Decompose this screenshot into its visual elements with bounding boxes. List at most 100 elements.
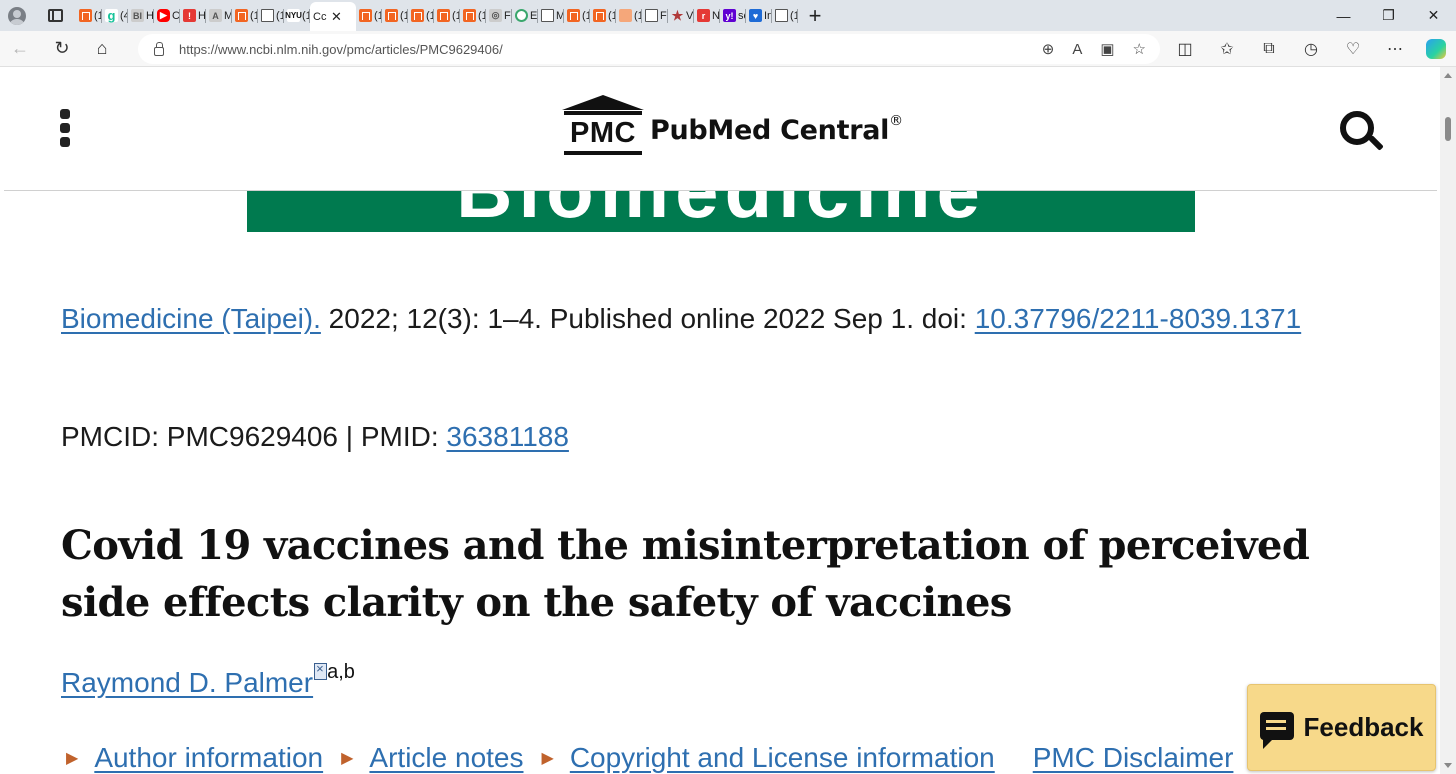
- more-options-icon[interactable]: ⋯: [1374, 31, 1416, 67]
- performance-icon[interactable]: ♡: [1332, 31, 1374, 67]
- tab-title: (4.: [120, 9, 128, 22]
- read-aloud-icon[interactable]: A: [1072, 41, 1082, 58]
- tab-title: Fa: [504, 9, 512, 22]
- triangle-right-icon: ▶: [341, 750, 354, 767]
- browser-tab[interactable]: ▶Ca: [154, 0, 180, 31]
- refresh-button[interactable]: ↻: [42, 31, 82, 67]
- browser-tab[interactable]: NYU(1(: [284, 0, 310, 31]
- browser-tab[interactable]: (1(: [590, 0, 616, 31]
- disclaimer-link[interactable]: PMC Disclaimer: [1033, 742, 1234, 774]
- browser-tab[interactable]: (1(: [408, 0, 434, 31]
- light-bookmark-icon: [619, 9, 632, 22]
- browser-tab[interactable]: (1(: [258, 0, 284, 31]
- page-scrollbar[interactable]: [1440, 67, 1456, 774]
- close-tab-icon[interactable]: ✕: [331, 9, 342, 25]
- grammarly-icon: g: [105, 8, 118, 23]
- banner-text: Biomedicine: [456, 187, 986, 232]
- page-content: Biomedicine PMC PubMed Central® Biomedic…: [0, 67, 1456, 774]
- citation: Biomedicine (Taipei). 2022; 12(3): 1–4. …: [61, 294, 1361, 344]
- tab-title: In: [764, 9, 772, 22]
- browser-tab[interactable]: (1(: [434, 0, 460, 31]
- browser-tab[interactable]: (1(: [76, 0, 102, 31]
- copyright-link[interactable]: Copyright and License information: [570, 742, 995, 774]
- pmc-logo-name: PubMed Central®: [650, 113, 903, 146]
- browser-tab[interactable]: ♥ In: [746, 0, 772, 31]
- red-shield-icon: !: [183, 9, 196, 22]
- ai-icon: A: [209, 9, 222, 22]
- email-icon[interactable]: [314, 661, 328, 680]
- browser-tab[interactable]: g(4.: [102, 0, 128, 31]
- tab-list: (1( g(4. BIHc ▶Ca !Hc AM (1( (1( NYU(1( …: [76, 0, 798, 31]
- browser-tab[interactable]: (1(: [564, 0, 590, 31]
- browser-tab[interactable]: AM: [206, 0, 232, 31]
- tab-title: M: [556, 9, 564, 22]
- tab-title: (1(: [94, 9, 102, 22]
- doi-link[interactable]: 10.37796/2211-8039.1371: [975, 303, 1301, 334]
- favorites-icon[interactable]: ✩: [1206, 31, 1248, 67]
- history-icon[interactable]: ◷: [1290, 31, 1332, 67]
- menu-button[interactable]: [60, 109, 72, 147]
- zoom-icon[interactable]: ⊕: [1042, 40, 1055, 58]
- search-icon[interactable]: [1340, 111, 1384, 155]
- close-window-button[interactable]: ✕: [1411, 0, 1456, 31]
- address-bar[interactable]: https://www.ncbi.nlm.nih.gov/pmc/article…: [138, 34, 1160, 64]
- active-tab[interactable]: Cc ✕: [310, 2, 356, 31]
- browser-tab[interactable]: ★Vi: [668, 0, 694, 31]
- profile-avatar-icon: [8, 6, 26, 25]
- bi-icon: BI: [131, 9, 144, 22]
- home-button[interactable]: ⌂: [82, 31, 122, 67]
- triangle-right-icon: ▶: [66, 750, 79, 767]
- tab-title: (1(: [302, 9, 310, 22]
- browser-tab[interactable]: (1(: [382, 0, 408, 31]
- url-text[interactable]: https://www.ncbi.nlm.nih.gov/pmc/article…: [179, 42, 503, 57]
- menu-dot-icon: [60, 137, 70, 147]
- window-controls: — ❐ ✕: [1321, 0, 1456, 31]
- tab-actions-button[interactable]: [34, 0, 76, 31]
- browser-tab[interactable]: (1(: [232, 0, 258, 31]
- menu-dot-icon: [60, 123, 70, 133]
- article-notes-link[interactable]: Article notes: [369, 742, 523, 774]
- browser-tab[interactable]: (1(: [460, 0, 486, 31]
- feedback-button[interactable]: Feedback: [1247, 684, 1436, 771]
- browser-tab[interactable]: (1(: [616, 0, 642, 31]
- orange-bookmark-icon: [235, 9, 248, 22]
- article-notes-toggle[interactable]: ▶ Article notes: [341, 742, 523, 774]
- scrollbar-thumb[interactable]: [1445, 117, 1451, 141]
- browser-tab[interactable]: E8: [512, 0, 538, 31]
- tab-title: Hc: [146, 9, 154, 22]
- orange-bookmark-icon: [567, 9, 580, 22]
- pmc-logo[interactable]: PMC PubMed Central®: [562, 95, 903, 158]
- browser-tab[interactable]: y!sc: [720, 0, 746, 31]
- tab-title: (1(: [276, 9, 284, 22]
- tab-title: (1(: [790, 9, 798, 22]
- profile-button[interactable]: [0, 0, 34, 31]
- favorite-star-icon[interactable]: ☆: [1133, 40, 1146, 58]
- journal-link[interactable]: Biomedicine (Taipei).: [61, 303, 321, 334]
- scroll-up-icon[interactable]: [1444, 73, 1452, 78]
- scroll-down-icon[interactable]: [1444, 763, 1452, 768]
- browser-tab[interactable]: rN: [694, 0, 720, 31]
- copilot-icon[interactable]: [1426, 39, 1446, 59]
- author-information-toggle[interactable]: ▶ Author information: [66, 742, 323, 774]
- back-button[interactable]: ←: [0, 31, 40, 67]
- collections-icon[interactable]: ⧉: [1248, 31, 1290, 67]
- new-tab-button[interactable]: +: [798, 0, 832, 31]
- browser-tab[interactable]: FE: [642, 0, 668, 31]
- tab-title: Cc: [313, 10, 327, 23]
- author-information-link[interactable]: Author information: [94, 742, 323, 774]
- affiliation-refs[interactable]: a,b: [327, 661, 355, 683]
- browser-tab[interactable]: M: [538, 0, 564, 31]
- browser-tab[interactable]: ◎Fa: [486, 0, 512, 31]
- copyright-toggle[interactable]: ▶ Copyright and License information: [542, 742, 995, 774]
- author-link[interactable]: Raymond D. Palmer: [61, 667, 313, 698]
- pmid-link[interactable]: 36381188: [446, 421, 569, 452]
- split-screen-icon[interactable]: ◫: [1164, 31, 1206, 67]
- menu-dot-icon: [60, 109, 70, 119]
- browser-tab[interactable]: BIHc: [128, 0, 154, 31]
- browser-tab[interactable]: (1(: [772, 0, 798, 31]
- immersive-reader-icon[interactable]: ▣: [1100, 40, 1114, 58]
- restore-button[interactable]: ❐: [1366, 0, 1411, 31]
- browser-tab[interactable]: !Hc: [180, 0, 206, 31]
- minimize-button[interactable]: —: [1321, 0, 1366, 31]
- browser-tab[interactable]: (1(: [356, 0, 382, 31]
